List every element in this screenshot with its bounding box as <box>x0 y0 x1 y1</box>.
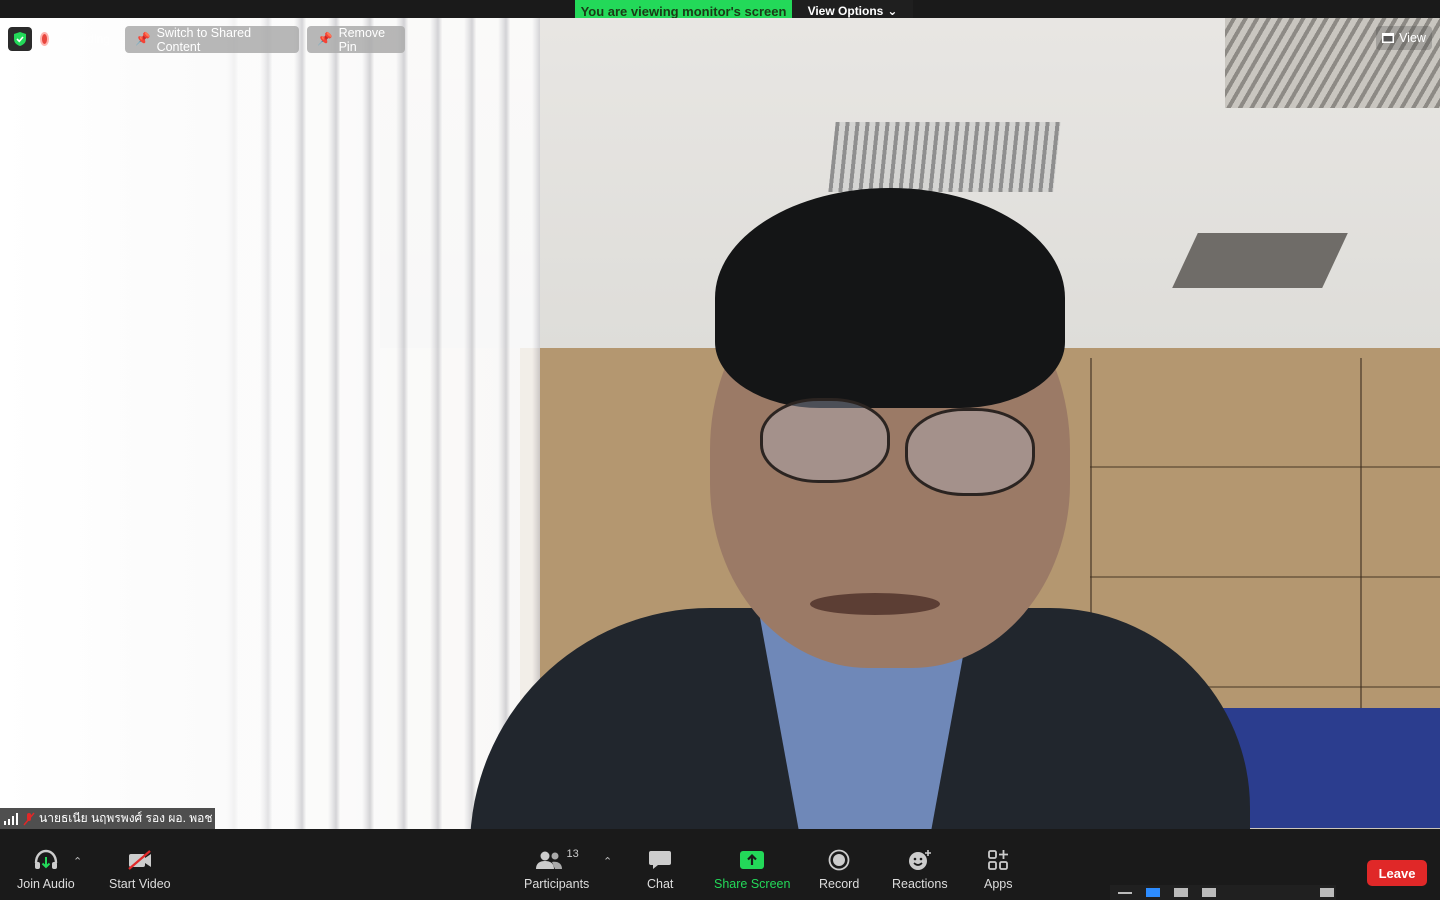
recording-label: Recording <box>55 32 110 46</box>
fullscreen-layout-icon[interactable] <box>1320 888 1334 897</box>
stacked-layout-icon[interactable] <box>1174 888 1188 897</box>
signal-strength-icon <box>4 812 18 825</box>
apps-icon <box>988 850 1009 870</box>
record-icon <box>828 849 850 871</box>
security-shield-button[interactable] <box>8 27 32 51</box>
meeting-toolbar: Join Audio ⌃ Start Video 13 Participants… <box>0 829 1440 900</box>
gallery-layout-icon[interactable] <box>1202 888 1216 897</box>
speaker-layout-icon[interactable] <box>1146 888 1160 897</box>
apps-button[interactable]: Apps <box>984 849 1013 891</box>
record-button[interactable]: Record <box>819 849 859 891</box>
smiley-plus-icon <box>908 850 931 870</box>
chat-button[interactable]: Chat <box>647 849 673 891</box>
shield-icon <box>14 32 26 46</box>
chat-icon <box>649 851 672 869</box>
share-screen-icon <box>740 851 765 869</box>
participant-name: นายธเนีย นฤพรพงศ์ รอง ผอ. พอช <box>39 811 213 825</box>
grid-view-icon <box>1382 33 1395 43</box>
video-off-icon <box>128 850 151 870</box>
video-feed <box>0 18 1440 829</box>
recording-indicator[interactable]: Recording <box>40 27 110 51</box>
participants-count: 13 <box>566 848 579 860</box>
pin-icon: 📌 <box>135 32 151 46</box>
view-button[interactable]: View <box>1376 26 1432 50</box>
leave-button[interactable]: Leave <box>1367 860 1427 886</box>
participants-options-caret-icon[interactable]: ⌃ <box>603 855 612 868</box>
reactions-button[interactable]: Reactions <box>892 849 948 891</box>
record-dot-icon <box>40 32 50 46</box>
pin-icon: 📌 <box>317 32 333 46</box>
layout-switcher <box>1110 885 1336 900</box>
view-options-label: View Options <box>807 4 884 18</box>
muted-mic-icon <box>23 812 35 825</box>
remove-pin-button[interactable]: 📌 Remove Pin <box>307 26 405 54</box>
minimize-layout-icon[interactable] <box>1118 891 1132 894</box>
headphones-icon <box>34 849 58 869</box>
audio-options-caret-icon[interactable]: ⌃ <box>73 855 82 868</box>
share-screen-button[interactable]: Share Screen <box>714 849 790 891</box>
participants-button[interactable]: 13 Participants <box>524 848 589 891</box>
participant-name-tag: นายธเนีย นฤพรพงศ์ รอง ผอ. พอช <box>0 808 215 829</box>
chevron-down-icon: ⌄ <box>887 4 898 18</box>
join-audio-button[interactable]: Join Audio <box>17 849 75 891</box>
participants-icon <box>535 851 562 869</box>
switch-to-shared-content-button[interactable]: 📌 Switch to Shared Content <box>125 26 299 54</box>
start-video-button[interactable]: Start Video <box>109 849 171 891</box>
